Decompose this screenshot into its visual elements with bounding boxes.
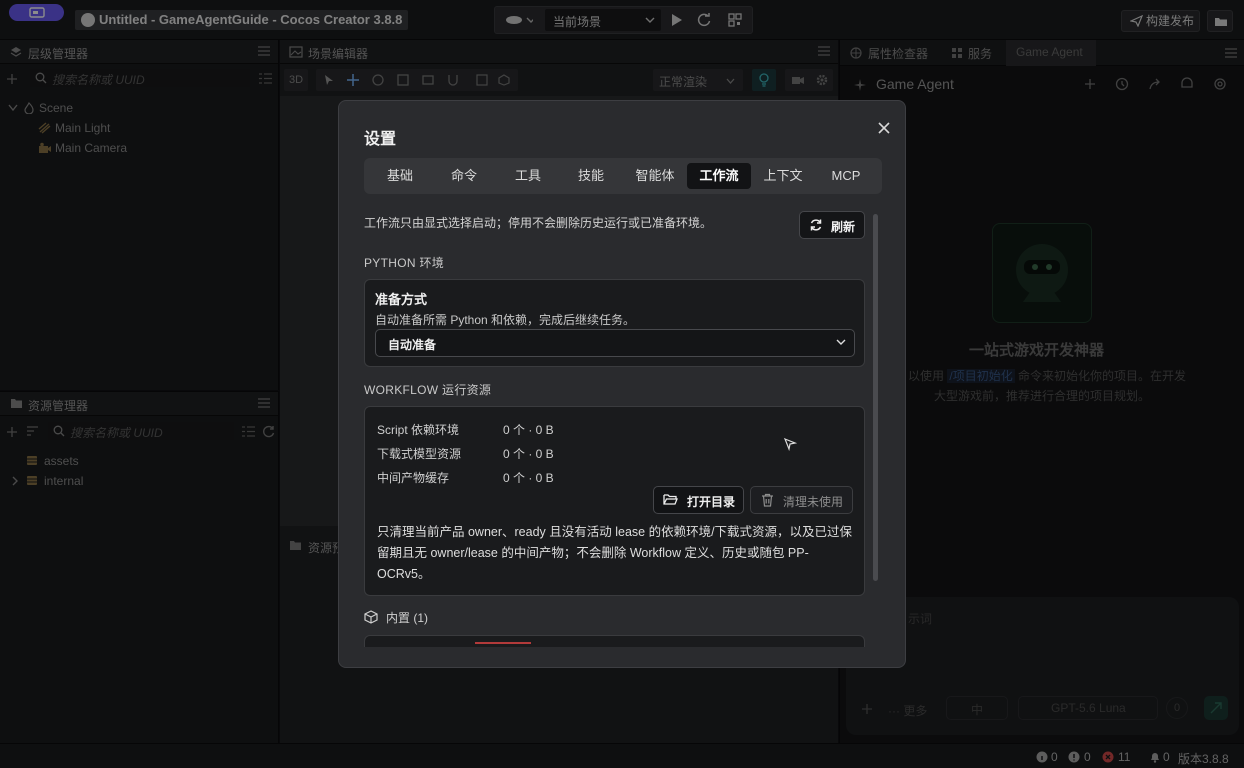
builtin-accent-bar [475,642,531,644]
prep-description: 自动准备所需 Python 和依赖，完成后继续任务。 [375,313,636,327]
builtin-workflow-card [364,635,865,647]
prep-title: 准备方式 [375,292,428,307]
prep-method-select[interactable]: 自动准备 [375,329,855,357]
dialog-title: 设置 [364,131,397,148]
resource-value: 0 个 · 0 B [503,471,554,485]
box-icon [364,610,378,624]
tab-commands[interactable]: 命令 [432,163,496,189]
trash-icon [762,493,773,507]
tab-context[interactable]: 上下文 [751,163,815,189]
modal-scrollbar[interactable] [873,214,878,581]
workflow-description: 工作流只由显式选择启动；停用不会删除历史运行或已准备环境。 [364,216,713,230]
workflow-section-label: WORKFLOW 运行资源 [364,383,492,397]
cursor-icon [783,437,797,451]
settings-tabs: 基础 命令 工具 技能 智能体 工作流 上下文 MCP [364,158,882,194]
chevron-down-icon [836,339,846,345]
folder-open-icon [663,494,678,505]
resource-label: 下载式模型资源 [377,447,462,461]
workflow-resources-card: Script 依赖环境 0 个 · 0 B 下载式模型资源 0 个 · 0 B … [364,406,865,596]
builtin-label: 内置 (1) [386,611,429,625]
tab-skills[interactable]: 技能 [559,163,623,189]
refresh-button[interactable]: 刷新 [799,211,865,239]
workflow-settings-content: 工作流只由显式选择启动；停用不会删除历史运行或已准备环境。 刷新 PYTHON … [364,207,872,647]
tab-tools[interactable]: 工具 [496,163,560,189]
resource-label: 中间产物缓存 [377,471,450,485]
open-directory-label: 打开目录 [687,495,736,509]
resource-value: 0 个 · 0 B [503,423,554,437]
resource-value: 0 个 · 0 B [503,447,554,461]
python-prep-card: 准备方式 自动准备所需 Python 和依赖，完成后继续任务。 自动准备 [364,279,865,367]
tab-workflow[interactable]: 工作流 [687,163,751,189]
clean-unused-label: 清理未使用 [783,495,844,509]
close-button[interactable] [875,119,893,137]
close-icon [878,122,890,134]
tab-mcp[interactable]: MCP [814,163,878,189]
tab-agents[interactable]: 智能体 [623,163,687,189]
resource-label: Script 依赖环境 [377,423,460,437]
tab-basic[interactable]: 基础 [368,163,432,189]
open-directory-button[interactable]: 打开目录 [653,486,744,514]
prep-method-value: 自动准备 [388,338,437,352]
cleanup-note: 只清理当前产品 owner、ready 且没有活动 lease 的依赖环境/下载… [377,525,853,581]
python-section-label: PYTHON 环境 [364,256,445,270]
refresh-label: 刷新 [831,220,856,234]
clean-unused-button[interactable]: 清理未使用 [750,486,853,514]
refresh-icon [810,219,822,231]
settings-dialog: 设置 基础 命令 工具 技能 智能体 工作流 上下文 MCP 工作流只由显式选择… [338,100,906,668]
